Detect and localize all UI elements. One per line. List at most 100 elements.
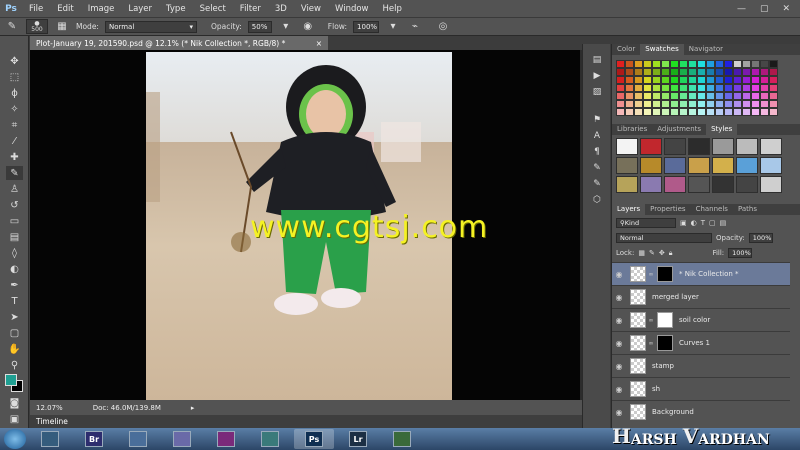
- layer-row[interactable]: ◉ ∞ * Nik Collection *: [612, 262, 790, 285]
- tab-layers[interactable]: Layers: [612, 204, 646, 215]
- style-preset[interactable]: [688, 138, 710, 155]
- swatch[interactable]: [652, 100, 661, 108]
- swatch[interactable]: [643, 60, 652, 68]
- swatch[interactable]: [697, 60, 706, 68]
- zoom-level[interactable]: 12.07%: [36, 404, 63, 412]
- swatch[interactable]: [760, 92, 769, 100]
- tab-channels[interactable]: Channels: [691, 204, 733, 215]
- swatch[interactable]: [715, 92, 724, 100]
- visibility-eye-icon[interactable]: ◉: [612, 339, 626, 348]
- style-preset[interactable]: [736, 138, 758, 155]
- layer-row[interactable]: ◉ merged layer: [612, 285, 790, 308]
- swatch[interactable]: [625, 100, 634, 108]
- swatch[interactable]: [715, 76, 724, 84]
- swatch[interactable]: [634, 92, 643, 100]
- blend-mode-select[interactable]: Normal: [616, 233, 712, 243]
- history-brush-tool-icon[interactable]: ↺: [6, 198, 23, 212]
- brush-tool-icon[interactable]: ✎: [6, 166, 23, 180]
- swatch[interactable]: [670, 68, 679, 76]
- layer-thumbnail[interactable]: [630, 289, 646, 305]
- swatch[interactable]: [715, 84, 724, 92]
- swatch[interactable]: [751, 92, 760, 100]
- dodge-tool-icon[interactable]: ◐: [6, 262, 23, 276]
- swatch[interactable]: [625, 60, 634, 68]
- swatch[interactable]: [625, 68, 634, 76]
- swatch[interactable]: [733, 76, 742, 84]
- swatch[interactable]: [706, 92, 715, 100]
- swatch[interactable]: [724, 68, 733, 76]
- swatch[interactable]: [661, 68, 670, 76]
- brush-preset-picker[interactable]: ● 500: [26, 19, 48, 34]
- swatch[interactable]: [724, 60, 733, 68]
- quick-select-tool-icon[interactable]: ✧: [6, 102, 23, 116]
- swatch[interactable]: [769, 60, 778, 68]
- menu-image[interactable]: Image: [81, 4, 122, 14]
- swatch[interactable]: [742, 76, 751, 84]
- filter-smart-icon[interactable]: ▤: [720, 219, 727, 227]
- lock-position-icon[interactable]: ✥: [659, 249, 665, 257]
- swatch[interactable]: [769, 84, 778, 92]
- filter-pixel-icon[interactable]: ▣: [680, 219, 687, 227]
- swatch[interactable]: [769, 68, 778, 76]
- swatch[interactable]: [679, 84, 688, 92]
- menu-3d[interactable]: 3D: [268, 4, 294, 14]
- layer-thumbnail[interactable]: [630, 335, 646, 351]
- swatch[interactable]: [715, 108, 724, 116]
- style-preset[interactable]: [640, 176, 662, 193]
- swatch[interactable]: [670, 60, 679, 68]
- pressure-size-icon[interactable]: ◎: [435, 20, 451, 34]
- menu-view[interactable]: View: [294, 4, 328, 14]
- swatch[interactable]: [616, 100, 625, 108]
- menu-select[interactable]: Select: [193, 4, 233, 14]
- taskbar-app[interactable]: [382, 429, 422, 449]
- clone-source-icon[interactable]: ⚑: [589, 114, 605, 126]
- style-preset[interactable]: [616, 157, 638, 174]
- swatch[interactable]: [616, 60, 625, 68]
- swatch[interactable]: [697, 84, 706, 92]
- swatch[interactable]: [697, 100, 706, 108]
- tab-libraries[interactable]: Libraries: [612, 124, 652, 135]
- opacity-field[interactable]: 50%: [247, 20, 272, 33]
- swatch[interactable]: [634, 84, 643, 92]
- chevron-down-icon[interactable]: ▾: [278, 20, 294, 34]
- swatch[interactable]: [742, 68, 751, 76]
- swatch[interactable]: [697, 68, 706, 76]
- swatch[interactable]: [652, 68, 661, 76]
- menu-file[interactable]: File: [22, 4, 50, 14]
- swatch[interactable]: [733, 100, 742, 108]
- swatch[interactable]: [715, 60, 724, 68]
- swatch[interactable]: [634, 60, 643, 68]
- mode-select[interactable]: Normal ▾: [104, 20, 197, 33]
- swatch[interactable]: [616, 76, 625, 84]
- style-preset[interactable]: [640, 138, 662, 155]
- tab-color[interactable]: Color: [612, 44, 640, 55]
- taskbar-app[interactable]: [30, 429, 70, 449]
- swatch[interactable]: [706, 108, 715, 116]
- pressure-opacity-icon[interactable]: ◉: [300, 20, 316, 34]
- swatch[interactable]: [733, 108, 742, 116]
- swatch[interactable]: [733, 84, 742, 92]
- character-icon[interactable]: A: [589, 130, 605, 142]
- swatch[interactable]: [724, 108, 733, 116]
- layer-mask-thumbnail[interactable]: [657, 312, 673, 328]
- swatch[interactable]: [688, 84, 697, 92]
- start-button[interactable]: [4, 429, 26, 449]
- path-select-tool-icon[interactable]: ➤: [6, 310, 23, 324]
- marquee-tool-icon[interactable]: ⬚: [6, 70, 23, 84]
- swatch[interactable]: [688, 60, 697, 68]
- close-document-icon[interactable]: ×: [316, 39, 328, 48]
- brush-panel-icon[interactable]: ▦: [54, 20, 70, 34]
- swatch[interactable]: [742, 84, 751, 92]
- mask-link-icon[interactable]: ∞: [648, 271, 654, 278]
- swatch[interactable]: [733, 68, 742, 76]
- swatch[interactable]: [643, 68, 652, 76]
- swatch[interactable]: [751, 84, 760, 92]
- menu-help[interactable]: Help: [376, 4, 409, 14]
- paragraph-icon[interactable]: ¶: [589, 146, 605, 158]
- style-preset[interactable]: [760, 157, 782, 174]
- tab-adjustments[interactable]: Adjustments: [652, 124, 706, 135]
- history-icon[interactable]: ▤: [589, 54, 605, 66]
- clone-stamp-tool-icon[interactable]: ♙: [6, 182, 23, 196]
- visibility-eye-icon[interactable]: ◉: [612, 316, 626, 325]
- layer-row[interactable]: ◉ ∞ Curves 1: [612, 331, 790, 354]
